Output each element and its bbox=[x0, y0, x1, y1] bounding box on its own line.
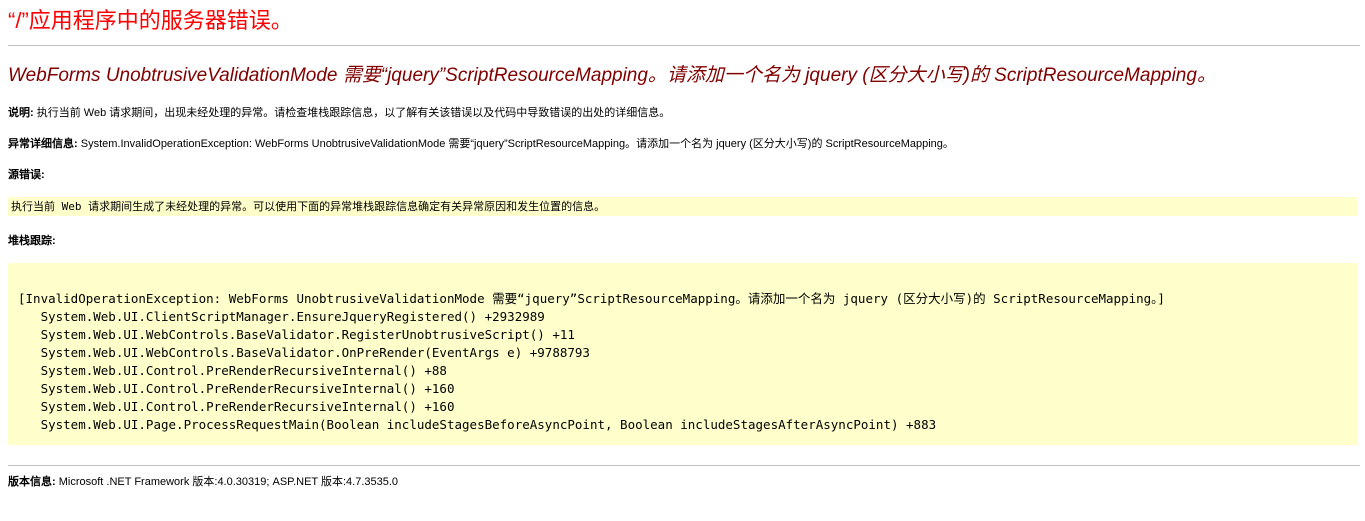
stack-trace-label: 堆栈跟踪: bbox=[8, 235, 56, 247]
stack-trace-box: [InvalidOperationException: WebForms Uno… bbox=[8, 263, 1358, 445]
stack-trace-section: 堆栈跟踪: bbox=[8, 234, 56, 248]
source-error-label: 源错误: bbox=[8, 169, 45, 181]
source-error-box: 执行当前 Web 请求期间生成了未经处理的异常。可以使用下面的异常堆栈跟踪信息确… bbox=[8, 197, 1358, 216]
page-title: “/”应用程序中的服务器错误。 bbox=[8, 8, 293, 33]
stack-trace-line: System.Web.UI.Control.PreRenderRecursive… bbox=[18, 381, 455, 396]
stack-trace-text: [InvalidOperationException: WebForms Uno… bbox=[18, 290, 1165, 434]
description-section: 说明: 执行当前 Web 请求期间，出现未经处理的异常。请检查堆栈跟踪信息，以了… bbox=[8, 106, 670, 120]
stack-trace-line: System.Web.UI.Control.PreRenderRecursive… bbox=[18, 399, 455, 414]
description-text: 执行当前 Web 请求期间，出现未经处理的异常。请检查堆栈跟踪信息，以了解有关该… bbox=[36, 107, 671, 119]
version-label: 版本信息: bbox=[8, 476, 56, 488]
version-section: 版本信息: Microsoft .NET Framework 版本:4.0.30… bbox=[8, 475, 398, 489]
title-divider bbox=[8, 45, 1360, 46]
exception-details-text: System.InvalidOperationException: WebFor… bbox=[80, 138, 954, 150]
stack-trace-line: [InvalidOperationException: WebForms Uno… bbox=[18, 291, 1165, 306]
source-error-section: 源错误: bbox=[8, 168, 45, 182]
stack-trace-line: System.Web.UI.WebControls.BaseValidator.… bbox=[18, 345, 590, 360]
stack-trace-line: System.Web.UI.WebControls.BaseValidator.… bbox=[18, 327, 575, 342]
description-label: 说明: bbox=[8, 107, 34, 119]
source-error-text: 执行当前 Web 请求期间生成了未经处理的异常。可以使用下面的异常堆栈跟踪信息确… bbox=[11, 200, 606, 213]
exception-details-label: 异常详细信息: bbox=[8, 138, 78, 150]
footer-divider bbox=[8, 465, 1360, 466]
error-message: WebForms UnobtrusiveValidationMode 需要“jq… bbox=[8, 65, 1216, 86]
exception-details-section: 异常详细信息: System.InvalidOperationException… bbox=[8, 137, 954, 151]
stack-trace-line: System.Web.UI.Control.PreRenderRecursive… bbox=[18, 363, 447, 378]
stack-trace-line: System.Web.UI.Page.ProcessRequestMain(Bo… bbox=[18, 417, 937, 432]
version-text: Microsoft .NET Framework 版本:4.0.30319; A… bbox=[58, 476, 399, 488]
stack-trace-line: System.Web.UI.ClientScriptManager.Ensure… bbox=[18, 309, 545, 324]
